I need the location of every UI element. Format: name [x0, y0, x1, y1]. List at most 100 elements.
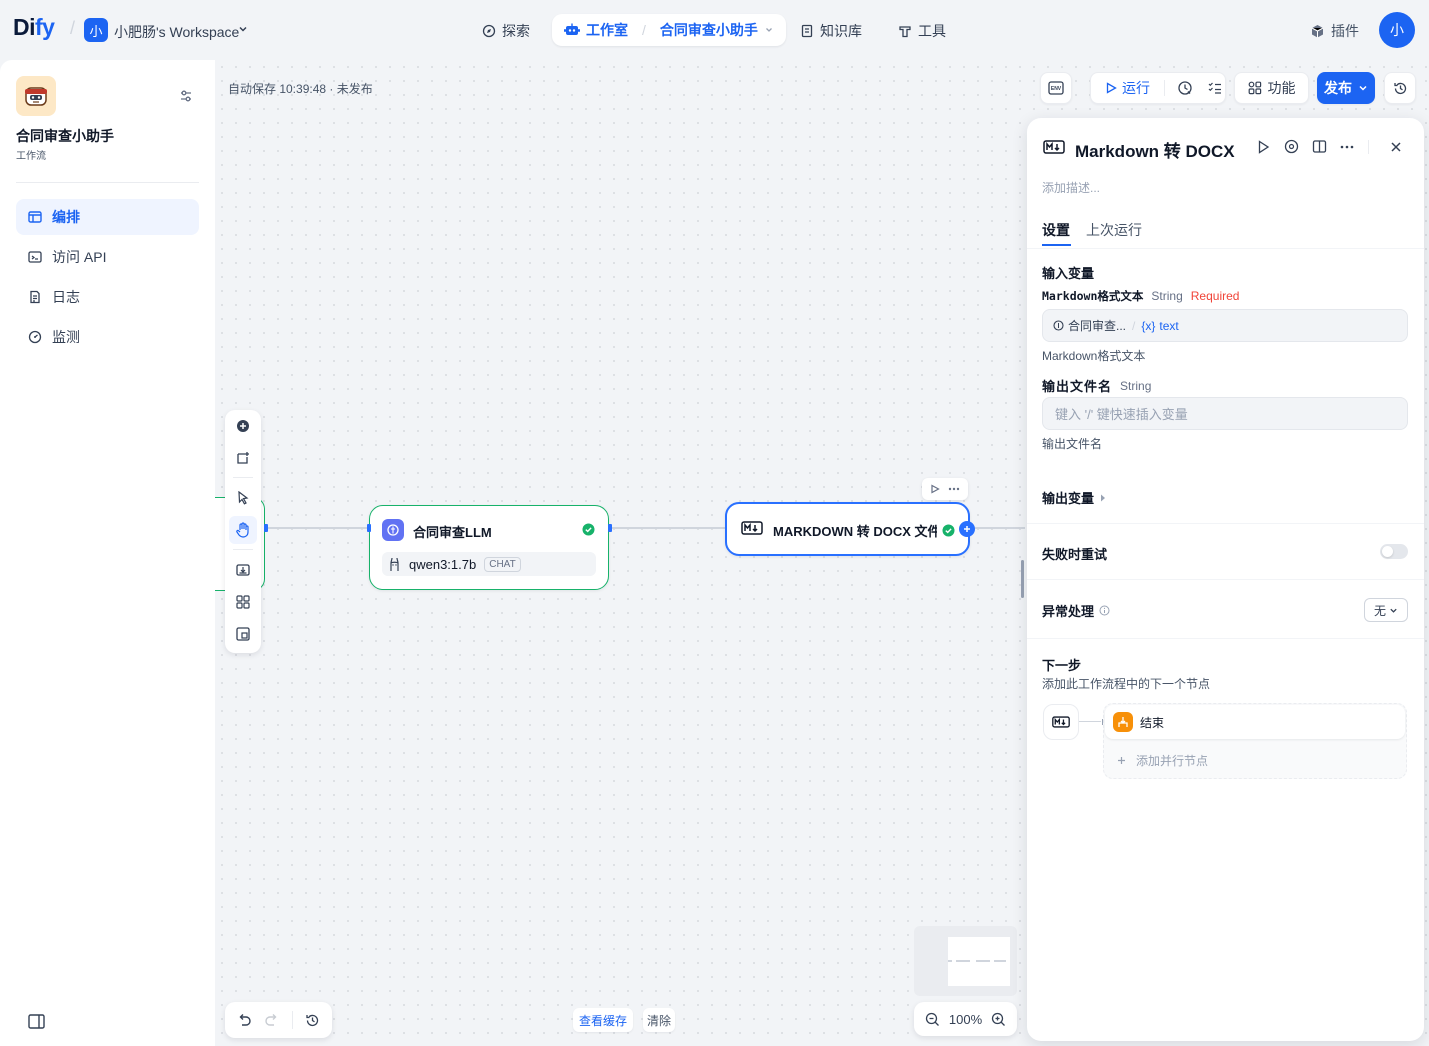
- sidebar-item-monitor[interactable]: 监测: [16, 319, 199, 355]
- top-bar: Dify / 小 小肥肠's Workspace 探索 工作室 / 合同审查小助…: [0, 0, 1429, 60]
- end-flag-icon: [1113, 712, 1133, 732]
- zoom-out-icon[interactable]: [925, 1012, 940, 1027]
- nav-tools[interactable]: 工具: [898, 21, 946, 41]
- workspace-avatar[interactable]: 小: [84, 18, 108, 42]
- description-input[interactable]: 添加描述...: [1042, 179, 1100, 196]
- zoom-in-icon[interactable]: [991, 1012, 1006, 1027]
- model-mode-badge: CHAT: [484, 556, 521, 572]
- error-handling-label: 异常处理: [1042, 604, 1095, 619]
- clear-cache-button[interactable]: 清除: [643, 1008, 676, 1032]
- redo-icon[interactable]: [264, 1013, 279, 1027]
- close-icon[interactable]: [1390, 141, 1402, 153]
- llm-model-name: qwen3:1.7b: [409, 556, 477, 572]
- active-tab-indicator: [1042, 244, 1071, 246]
- next-step-heading: 下一步: [1042, 658, 1082, 673]
- output-vars-toggle[interactable]: 输出变量: [1042, 488, 1106, 507]
- undo-redo-bar: [225, 1002, 332, 1038]
- panel-resize-handle[interactable]: [1021, 560, 1024, 598]
- end-node-label: 结束: [1140, 715, 1165, 730]
- sidebar-item-logs[interactable]: 日志: [16, 279, 199, 315]
- export-image-icon[interactable]: [229, 556, 257, 584]
- pointer-icon[interactable]: [229, 484, 257, 512]
- sidebar-item-api[interactable]: 访问 API: [16, 239, 199, 275]
- more-icon[interactable]: [1340, 145, 1354, 149]
- minimap[interactable]: [914, 926, 1017, 996]
- history-icon[interactable]: [305, 1013, 320, 1028]
- hand-icon[interactable]: [229, 516, 257, 544]
- divider: [233, 549, 253, 550]
- sidebar-item-orchestrate[interactable]: 编排: [16, 199, 199, 235]
- divider: [1027, 638, 1424, 639]
- dify-logo[interactable]: Dify: [13, 14, 55, 41]
- edge-llm-md[interactable]: [611, 527, 725, 529]
- organize-nodes-icon[interactable]: [229, 588, 257, 616]
- var-source-node: 合同审查...: [1068, 319, 1127, 333]
- var1-selector[interactable]: 合同审查... / {x} text: [1042, 309, 1408, 342]
- view-cache-button[interactable]: 查看缓存: [573, 1008, 634, 1032]
- llm-node[interactable]: 合同审查LLM qwen3:1.7b CHAT: [369, 505, 609, 590]
- publish-button[interactable]: 发布: [1317, 72, 1375, 104]
- env-button[interactable]: ENV: [1040, 72, 1072, 104]
- undo-icon[interactable]: [237, 1013, 252, 1027]
- log-icon: [28, 290, 42, 304]
- help-icon[interactable]: [1284, 139, 1299, 154]
- info-icon[interactable]: [1099, 605, 1110, 616]
- history-icon: [1393, 81, 1408, 96]
- history-run-icon[interactable]: [1177, 80, 1193, 96]
- chevron-down-icon[interactable]: [238, 24, 248, 34]
- features-button[interactable]: 功能: [1234, 72, 1309, 104]
- tab-last-run[interactable]: 上次运行: [1086, 220, 1142, 240]
- current-app-name[interactable]: 合同审查小助手: [660, 20, 758, 40]
- breadcrumb-separator: /: [642, 22, 646, 38]
- connector-line: [1079, 721, 1101, 722]
- zoom-control: 100%: [914, 1002, 1017, 1036]
- nav-explore[interactable]: 探索: [482, 21, 530, 41]
- robot-icon: [564, 23, 580, 37]
- minimap-node: [976, 960, 990, 962]
- minimap-toggle-icon[interactable]: [229, 620, 257, 648]
- plugins-link[interactable]: 插件: [1310, 21, 1359, 41]
- ollama-icon: [388, 557, 401, 572]
- tab-settings[interactable]: 设置: [1042, 220, 1070, 240]
- collapse-sidebar-icon[interactable]: [28, 1014, 45, 1029]
- run-node-icon[interactable]: [930, 484, 940, 494]
- var-source-chip[interactable]: 合同审查... / {x} text: [1053, 317, 1179, 334]
- markdown-docx-node[interactable]: MARKDOWN 转 DOCX 文件: [725, 502, 970, 556]
- edge-md-next[interactable]: [975, 527, 1025, 529]
- nav-studio[interactable]: 工作室 / 合同审查小助手: [552, 14, 786, 46]
- app-sidebar: 合同审查小助手 工作流 编排 访问 API 日志 监测: [0, 60, 215, 1046]
- var2-type: String: [1120, 378, 1152, 393]
- zoom-level[interactable]: 100%: [949, 1012, 982, 1027]
- add-parallel-node-button[interactable]: 添加并行节点: [1117, 752, 1208, 769]
- run-button[interactable]: 运行: [1105, 78, 1150, 98]
- user-avatar[interactable]: 小: [1379, 12, 1415, 48]
- panel-title[interactable]: Markdown 转 DOCX: [1075, 137, 1235, 162]
- current-node-badge: [1043, 704, 1079, 740]
- hammer-icon: [898, 24, 912, 38]
- layout-icon: [28, 210, 42, 224]
- next-node-end[interactable]: 结束: [1105, 705, 1405, 739]
- var2-input[interactable]: 键入 '/' 键快速插入变量: [1042, 397, 1408, 430]
- more-icon[interactable]: [948, 487, 960, 491]
- nav-knowledge[interactable]: 知识库: [800, 21, 862, 41]
- svg-text:ENV: ENV: [1051, 86, 1062, 92]
- grid-icon: [1248, 81, 1262, 95]
- version-history-button[interactable]: [1384, 72, 1416, 104]
- settings-sliders-icon[interactable]: [178, 88, 194, 104]
- checklist-icon[interactable]: [1207, 80, 1223, 96]
- workspace-name[interactable]: 小肥肠's Workspace: [114, 22, 239, 42]
- markdown-icon: [1052, 716, 1070, 728]
- add-next-node-icon[interactable]: [959, 521, 975, 537]
- llm-output-handle[interactable]: [608, 524, 612, 532]
- divider: [1027, 523, 1424, 524]
- run-node-icon[interactable]: [1257, 140, 1270, 154]
- split-view-icon[interactable]: [1312, 139, 1327, 154]
- add-note-icon[interactable]: [229, 444, 257, 472]
- error-handling-select[interactable]: 无: [1364, 598, 1408, 622]
- llm-input-handle[interactable]: [367, 524, 371, 532]
- chevron-down-icon[interactable]: [764, 25, 774, 35]
- add-node-icon[interactable]: [229, 412, 257, 440]
- edge-start-llm[interactable]: [268, 527, 368, 529]
- retry-toggle[interactable]: [1380, 544, 1408, 559]
- var2-header: 输出文件名 String: [1042, 376, 1151, 395]
